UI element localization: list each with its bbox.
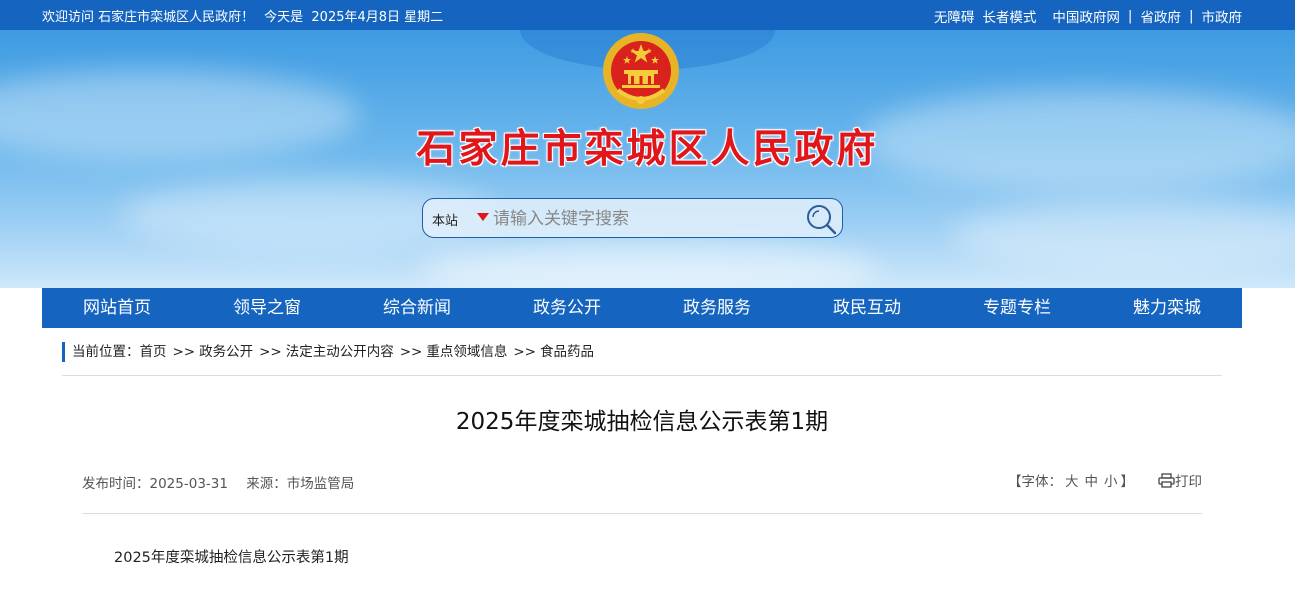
nav-item-gov-services[interactable]: 政务服务 bbox=[642, 288, 792, 328]
breadcrumb-item-statutory[interactable]: 法定主动公开内容 bbox=[286, 342, 394, 362]
publish-date: 2025-03-31 bbox=[149, 476, 228, 492]
breadcrumb-arrow: >> bbox=[513, 344, 536, 360]
search-box: 本站 bbox=[422, 198, 843, 238]
font-size-small[interactable]: 小 bbox=[1104, 470, 1118, 490]
provincial-gov-link[interactable]: 省政府 bbox=[1140, 6, 1181, 26]
accessibility-link[interactable]: 无障碍 bbox=[934, 6, 975, 26]
search-icon[interactable] bbox=[804, 202, 838, 236]
divider bbox=[82, 513, 1202, 514]
breadcrumb-arrow: >> bbox=[399, 344, 423, 360]
font-size-label-open: 【字体： bbox=[1008, 474, 1062, 490]
source-label: 来源： bbox=[246, 476, 287, 492]
divider bbox=[62, 375, 1222, 376]
breadcrumb-item-gov-affairs[interactable]: 政务公开 bbox=[199, 342, 253, 362]
current-date: 今天是 2025年4月8日 星期二 bbox=[264, 10, 444, 25]
nav-item-charm[interactable]: 魅力栾城 bbox=[1092, 288, 1242, 328]
breadcrumb-arrow: >> bbox=[172, 344, 196, 360]
nav-item-interaction[interactable]: 政民互动 bbox=[792, 288, 942, 328]
source-value: 市场监管局 bbox=[286, 476, 355, 492]
search-scope-select[interactable]: 本站 bbox=[432, 210, 458, 229]
breadcrumb-item-home[interactable]: 首页 bbox=[140, 342, 167, 362]
breadcrumb: 当前位置： 首页 >> 政务公开 >> 法定主动公开内容 >> 重点领域信息 >… bbox=[62, 342, 594, 362]
nav-item-leaders[interactable]: 领导之窗 bbox=[192, 288, 342, 328]
nav-item-home[interactable]: 网站首页 bbox=[42, 288, 192, 328]
header-banner: 石家庄市栾城区人民政府 本站 bbox=[0, 30, 1295, 288]
article-meta: 发布时间：2025-03-31 来源：市场监管局 bbox=[82, 472, 354, 492]
article-title: 2025年度栾城抽检信息公示表第1期 bbox=[455, 409, 829, 435]
link-separator: | bbox=[1188, 8, 1194, 24]
font-size-large[interactable]: 大 bbox=[1065, 470, 1079, 490]
main-nav: 网站首页 领导之窗 综合新闻 政务公开 政务服务 政民互动 专题专栏 魅力栾城 bbox=[42, 288, 1242, 328]
printer-icon bbox=[1158, 472, 1175, 488]
top-links: 无障碍 长者模式 中国政府网 | 省政府 | 市政府 bbox=[934, 6, 1242, 26]
font-size-label-close: 】 bbox=[1120, 474, 1135, 490]
nav-item-topics[interactable]: 专题专栏 bbox=[942, 288, 1092, 328]
nav-item-news[interactable]: 综合新闻 bbox=[342, 288, 492, 328]
top-bar: 欢迎访问 石家庄市栾城区人民政府！ 今天是 2025年4月8日 星期二 无障碍 … bbox=[0, 0, 1295, 30]
city-gov-link[interactable]: 市政府 bbox=[1202, 6, 1243, 26]
welcome-message: 欢迎访问 石家庄市栾城区人民政府！ 今天是 2025年4月8日 星期二 bbox=[42, 6, 443, 25]
link-separator: | bbox=[1127, 8, 1133, 24]
breadcrumb-label: 当前位置： bbox=[72, 344, 140, 360]
breadcrumb-item-key-areas[interactable]: 重点领域信息 bbox=[426, 342, 507, 362]
search-input[interactable] bbox=[493, 205, 793, 233]
print-label: 打印 bbox=[1175, 474, 1202, 490]
article-body: 2025年度栾城抽检信息公示表第1期 bbox=[114, 550, 349, 566]
content-panel: 当前位置： 首页 >> 政务公开 >> 法定主动公开内容 >> 重点领域信息 >… bbox=[42, 328, 1242, 593]
print-button[interactable]: 打印 bbox=[1158, 470, 1202, 490]
font-size-medium[interactable]: 中 bbox=[1085, 470, 1099, 490]
breadcrumb-item-food-drugs[interactable]: 食品药品 bbox=[540, 342, 594, 362]
nav-item-gov-affairs[interactable]: 政务公开 bbox=[492, 288, 642, 328]
breadcrumb-arrow: >> bbox=[259, 344, 282, 360]
publish-label: 发布时间： bbox=[82, 476, 150, 492]
central-gov-link[interactable]: 中国政府网 bbox=[1052, 6, 1120, 26]
elderly-mode-link[interactable]: 长者模式 bbox=[982, 6, 1036, 26]
welcome-text: 欢迎访问 石家庄市栾城区人民政府！ bbox=[42, 10, 255, 25]
article-tools: 【字体： 大 中 小 】 打印 bbox=[1008, 470, 1202, 490]
site-title: 石家庄市栾城区人民政府 bbox=[416, 127, 879, 172]
national-emblem-icon bbox=[603, 33, 679, 109]
caret-down-icon[interactable] bbox=[477, 213, 489, 221]
